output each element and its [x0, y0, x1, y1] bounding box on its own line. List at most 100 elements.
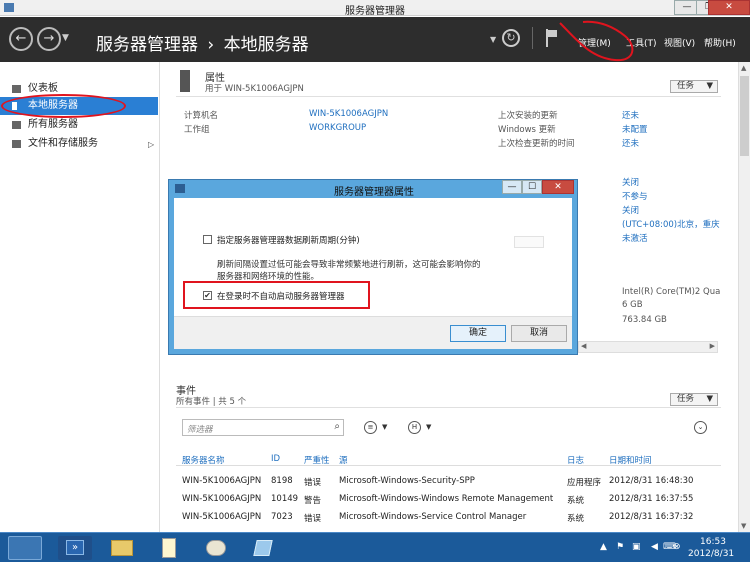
table-cell: Microsoft-Windows-Windows Remote Managem…	[339, 494, 554, 504]
scroll-down-icon[interactable]: ▼	[741, 522, 746, 530]
main-vscrollbar[interactable]: ▲ ▼	[738, 62, 750, 532]
sidebar-item-label: 所有服务器	[28, 119, 78, 130]
sidebar-item-all-servers[interactable]: 所有服务器	[0, 116, 158, 134]
server-manager-taskbar-icon[interactable]	[8, 536, 42, 560]
property-label: 上次安装的更新	[498, 111, 558, 121]
column-header[interactable]: 源	[339, 454, 348, 466]
table-cell: 2012/8/31 16:37:32	[609, 512, 694, 522]
computer-name-link[interactable]: WIN-5K1006AGJPN	[309, 109, 388, 119]
table-cell: 应用程序	[567, 478, 602, 488]
section-divider	[176, 407, 721, 408]
powershell-taskbar-icon[interactable]: »	[58, 536, 92, 560]
refresh-period-checkbox[interactable]	[203, 235, 212, 244]
close-circle-icon[interactable]: ⊗	[673, 542, 681, 552]
properties-hscrollbar[interactable]: ◀ ▶	[578, 341, 718, 353]
windows-update-link[interactable]: 未配置	[622, 123, 648, 135]
column-header[interactable]: 日志	[567, 454, 584, 466]
scroll-up-icon[interactable]: ▲	[741, 64, 746, 72]
table-cell: 10149	[271, 494, 299, 504]
table-cell: 7023	[271, 512, 293, 522]
volume-icon[interactable]: ◀	[651, 542, 658, 552]
file-explorer-taskbar-icon[interactable]	[105, 536, 139, 560]
tasks-label: 任务	[677, 81, 695, 91]
table-cell: 系统	[567, 514, 585, 524]
property-value[interactable]: 未激活	[622, 232, 648, 244]
properties-tasks-button[interactable]: 任务 ▼	[670, 80, 718, 93]
back-icon[interactable]: ←	[9, 27, 33, 51]
forward-icon[interactable]: →	[37, 27, 61, 51]
ok-button[interactable]: 确定	[450, 325, 506, 342]
chevron-down-icon: ▼	[706, 81, 713, 91]
last-update-link[interactable]: 还未	[622, 109, 639, 121]
dialog-body: 指定服务器管理器数据刷新周期(分钟) 刷新间隔设置过低可能会导致非常频繁地进行刷…	[174, 198, 572, 349]
history-dropdown-icon[interactable]: ▼	[62, 33, 69, 43]
property-value[interactable]: 关闭	[622, 204, 639, 216]
breadcrumb-root[interactable]: 服务器管理器	[96, 35, 198, 55]
notepad-taskbar-icon[interactable]	[152, 536, 186, 560]
property-value[interactable]: 关闭	[622, 176, 639, 188]
scroll-right-icon[interactable]: ▶	[710, 342, 715, 350]
tasks-label: 任务	[677, 394, 695, 404]
column-header[interactable]: ID	[271, 454, 280, 464]
clock-date[interactable]: 2012/8/31	[688, 549, 734, 559]
column-header[interactable]: 严重性	[304, 454, 330, 466]
divider	[532, 27, 533, 49]
events-tasks-button[interactable]: 任务 ▼	[670, 393, 718, 406]
action-center-flag-icon[interactable]: ⚑	[616, 542, 624, 552]
menu-view[interactable]: 视图(V)	[664, 36, 695, 49]
paint-taskbar-icon[interactable]	[199, 536, 233, 560]
table-cell: 8198	[271, 476, 293, 486]
breadcrumb: 服务器管理器 › 本地服务器	[96, 30, 309, 55]
table-cell: Microsoft-Windows-Service Control Manage…	[339, 512, 527, 522]
workgroup-link[interactable]: WORKGROUP	[309, 123, 366, 133]
close-button[interactable]: ✕	[708, 0, 750, 15]
sidebar-item-label: 仪表板	[28, 83, 58, 94]
menu-help[interactable]: 帮助(H)	[704, 36, 736, 49]
refresh-description: 刷新间隔设置过低可能会导致非常频繁地进行刷新，这可能会影响你的	[217, 260, 481, 270]
property-value[interactable]: 不参与	[622, 190, 648, 202]
clock-time[interactable]: 16:53	[700, 537, 726, 547]
column-header[interactable]: 日期和时间	[609, 454, 652, 466]
scroll-left-icon[interactable]: ◀	[581, 342, 586, 350]
breadcrumb-separator: ›	[207, 35, 215, 55]
refresh-period-input[interactable]	[514, 236, 544, 248]
chevron-down-icon[interactable]: ▼	[426, 423, 431, 431]
filter-options-icon[interactable]: ≡	[364, 421, 377, 434]
filter-input[interactable]: 筛选器 ⌕	[182, 419, 344, 436]
collapse-icon[interactable]: ⌄	[694, 421, 707, 434]
table-cell: 警告	[304, 496, 322, 506]
dialog-minimize-button[interactable]: —	[502, 180, 522, 194]
tray-expand-icon[interactable]: ▲	[600, 542, 607, 552]
taskbar: » ▲ ⚑ ▣ ◀ ⌨ ⊗ 16:53 2012/8/31	[0, 532, 750, 562]
property-label: Windows 更新	[498, 125, 556, 135]
save-query-icon[interactable]: H	[408, 421, 421, 434]
property-value: 763.84 GB	[622, 315, 667, 325]
dialog-maximize-button[interactable]: ☐	[522, 180, 542, 194]
column-header[interactable]: 服务器名称	[182, 454, 225, 466]
app-taskbar-icon[interactable]	[246, 536, 280, 560]
refresh-dropdown-icon[interactable]: ▼	[490, 35, 496, 44]
section-divider	[176, 96, 721, 97]
cancel-button[interactable]: 取消	[511, 325, 567, 342]
expand-arrow-icon[interactable]: ▷	[148, 140, 154, 149]
refresh-period-label: 指定服务器管理器数据刷新周期(分钟)	[217, 236, 360, 246]
refresh-icon[interactable]: ↻	[502, 29, 520, 47]
table-row[interactable]: WIN-5K1006AGJPN 10149 警告 Microsoft-Windo…	[176, 494, 721, 509]
dialog-close-button[interactable]: ✕	[542, 180, 574, 194]
property-value[interactable]: (UTC+08:00)北京，重庆	[622, 218, 738, 230]
network-icon[interactable]: ▣	[632, 542, 641, 552]
annotation-scribble	[559, 20, 634, 62]
last-check-link[interactable]: 还未	[622, 137, 639, 149]
dashboard-icon	[12, 85, 21, 93]
table-row[interactable]: WIN-5K1006AGJPN 8198 错误 Microsoft-Window…	[176, 476, 721, 491]
scroll-thumb[interactable]	[740, 76, 749, 156]
property-label: 工作组	[184, 125, 210, 135]
chevron-down-icon[interactable]: ▼	[382, 423, 387, 431]
table-row[interactable]: WIN-5K1006AGJPN 7023 错误 Microsoft-Window…	[176, 512, 721, 527]
properties-dialog: 服务器管理器属性 — ☐ ✕ 指定服务器管理器数据刷新周期(分钟) 刷新间隔设置…	[168, 179, 578, 355]
breadcrumb-current: 本地服务器	[223, 35, 309, 55]
sidebar: 仪表板 本地服务器 所有服务器 文件和存储服务 ▷	[0, 62, 160, 532]
property-value: Intel(R) Core(TM)2 Qua	[622, 287, 721, 297]
table-cell: 2012/8/31 16:37:55	[609, 494, 694, 504]
sidebar-item-file-storage[interactable]: 文件和存储服务	[0, 135, 158, 153]
